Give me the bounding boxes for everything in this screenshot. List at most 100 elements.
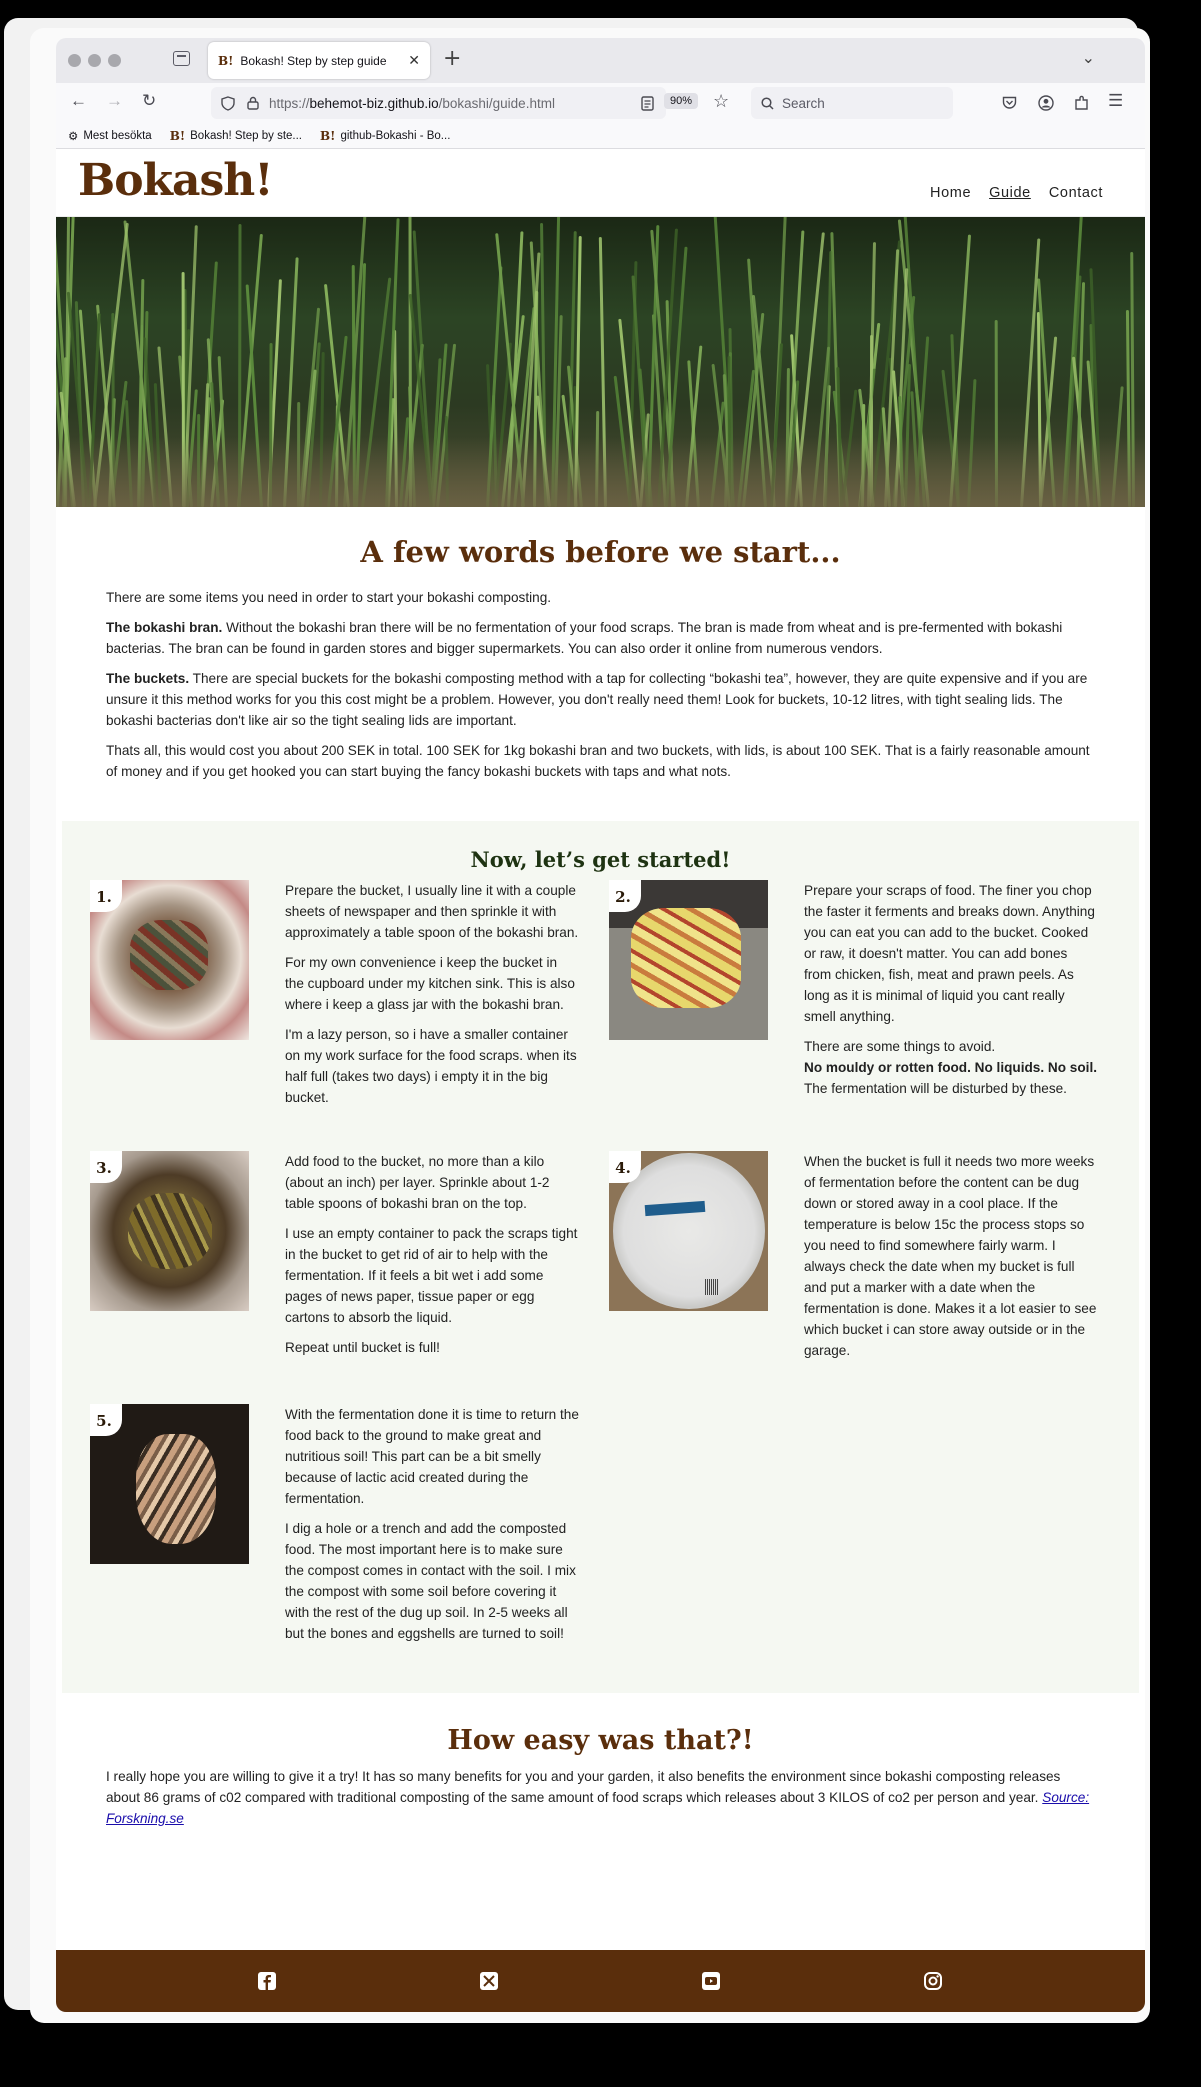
- steps-title: Now, let’s get started!: [470, 847, 731, 872]
- buckets-paragraph: The buckets. There are special buckets f…: [106, 668, 1095, 731]
- step-5-photo: 5.: [90, 1404, 249, 1564]
- bookmark-label: Bokash! Step by ste...: [190, 129, 303, 142]
- cost-paragraph: Thats all, this would cost you about 200…: [106, 743, 1090, 779]
- url-bar[interactable]: https://behemot-biz.github.io/bokashi/gu…: [211, 87, 666, 119]
- steps-section: Now, let’s get started! 1. Prepare the b…: [62, 821, 1139, 1693]
- step-3-photo: 3.: [90, 1151, 249, 1311]
- step-2-photo: 2.: [609, 880, 768, 1040]
- bookmark-item[interactable]: B! github-Bokashi - Bo...: [320, 129, 450, 143]
- bran-label: The bokashi bran.: [106, 620, 223, 635]
- step-number: 2.: [609, 880, 641, 912]
- instagram-icon[interactable]: [923, 1971, 943, 1991]
- step-3: 3. Add food to the bucket, no more than …: [90, 1151, 609, 1370]
- step-4-p1: When the bucket is full it needs two mor…: [804, 1154, 1097, 1358]
- intro-lead: There are some items you need in order t…: [106, 590, 552, 605]
- step-2-p1: Prepare your scraps of food. The finer y…: [804, 883, 1095, 1024]
- step-number: 3.: [90, 1151, 122, 1183]
- step-5-text: With the fermentation done it is time to…: [249, 1404, 579, 1653]
- step-5: 5. With the fermentation done it is time…: [90, 1404, 609, 1653]
- outro-text: I really hope you are willing to give it…: [106, 1769, 1061, 1805]
- search-input[interactable]: Search: [751, 87, 953, 119]
- url-host: behemot-biz.github.io: [309, 95, 439, 111]
- step-2: 2. Prepare your scraps of food. The fine…: [609, 880, 1128, 1117]
- pocket-icon[interactable]: [1002, 96, 1017, 110]
- browser-window: B! Bokash! Step by step guide ✕ + ⌄ ← → …: [56, 38, 1145, 2012]
- step-3-p3: Repeat until bucket is full!: [285, 1340, 440, 1355]
- step-number: 1.: [90, 880, 122, 912]
- step-1-p3: I'm a lazy person, so i have a smaller c…: [285, 1027, 577, 1105]
- step-1: 1. Prepare the bucket, I usually line it…: [90, 880, 609, 1117]
- step-2-text: Prepare your scraps of food. The finer y…: [768, 880, 1098, 1117]
- bran-text: Without the bokashi bran there will be n…: [106, 620, 1063, 656]
- minimize-window-button[interactable]: [88, 54, 101, 67]
- step-3-text: Add food to the bucket, no more than a k…: [249, 1151, 579, 1370]
- extensions-icon[interactable]: [1074, 95, 1089, 111]
- url-scheme: https://: [269, 95, 310, 111]
- outro-section: How easy was that?! I really hope you ar…: [56, 1693, 1145, 1874]
- tab-title: Bokash! Step by step guide: [240, 53, 387, 68]
- nav-link-home[interactable]: Home: [930, 185, 971, 201]
- step-4-photo: 4.: [609, 1151, 768, 1311]
- favicon-icon: B!: [169, 128, 186, 143]
- buckets-text: There are special buckets for the bokash…: [106, 671, 1088, 728]
- outro-title: How easy was that?!: [447, 1725, 754, 1756]
- step-4-text: When the bucket is full it needs two mor…: [768, 1151, 1098, 1370]
- bookmark-star-icon[interactable]: ☆: [713, 91, 729, 112]
- reader-view-icon[interactable]: [641, 95, 654, 111]
- tab-bar: B! Bokash! Step by step guide ✕ + ⌄: [56, 38, 1145, 83]
- facebook-icon[interactable]: [257, 1971, 277, 1991]
- maximize-window-button[interactable]: [108, 54, 121, 67]
- favicon-icon: B!: [218, 53, 234, 68]
- step-2-avoid: No mouldy or rotten food. No liquids. No…: [804, 1060, 1098, 1075]
- step-1-p2: For my own convenience i keep the bucket…: [285, 955, 575, 1012]
- hero-garden-image: [56, 217, 1145, 507]
- x-twitter-icon[interactable]: [479, 1971, 499, 1991]
- lock-icon[interactable]: [247, 96, 259, 110]
- back-arrow-icon[interactable]: ←: [70, 91, 87, 111]
- close-window-button[interactable]: [68, 54, 81, 67]
- step-5-p2: I dig a hole or a trench and add the com…: [285, 1521, 576, 1641]
- step-1-p1: Prepare the bucket, I usually line it wi…: [285, 883, 579, 940]
- url-path: /bokashi/guide.html: [438, 95, 555, 111]
- close-tab-icon[interactable]: ✕: [408, 52, 420, 69]
- buckets-label: The buckets.: [106, 671, 190, 686]
- hamburger-menu-icon[interactable]: ☰: [1108, 91, 1123, 111]
- favicon-icon: B!: [320, 128, 336, 143]
- intro-section: A few words before we start... There are…: [56, 507, 1145, 821]
- reload-icon[interactable]: ↻: [142, 91, 156, 111]
- site-header: Bokash! Home Guide Contact: [56, 149, 1145, 217]
- nav-link-contact[interactable]: Contact: [1049, 185, 1103, 201]
- bookmark-item[interactable]: B! Bokash! Step by ste...: [170, 129, 302, 143]
- tab-overview-icon[interactable]: [173, 51, 190, 66]
- intro-title: A few words before we start...: [360, 535, 841, 569]
- bookmark-item[interactable]: ⚙ Mest besökta: [68, 129, 152, 143]
- soil-strip: [56, 437, 1145, 507]
- nav-link-guide[interactable]: Guide: [989, 185, 1031, 201]
- account-icon[interactable]: [1038, 95, 1054, 111]
- bookmark-label: github-Bokashi - Bo...: [340, 129, 451, 142]
- step-1-text: Prepare the bucket, I usually line it wi…: [249, 880, 579, 1117]
- bookmarks-toolbar: ⚙ Mest besökta B! Bokash! Step by ste... B…: [56, 123, 1145, 149]
- forward-arrow-icon[interactable]: →: [106, 91, 123, 111]
- youtube-icon[interactable]: [701, 1971, 721, 1991]
- step-number: 5.: [90, 1404, 122, 1436]
- browser-tab[interactable]: B! Bokash! Step by step guide ✕: [208, 42, 430, 79]
- chevron-down-icon[interactable]: ⌄: [1082, 48, 1095, 67]
- navigation-toolbar: ← → ↻ https://behemot-biz.github.io/boka…: [56, 83, 1145, 123]
- search-icon: [761, 96, 774, 110]
- zoom-level[interactable]: 90%: [664, 93, 699, 109]
- step-3-p2: I use an empty container to pack the scr…: [285, 1226, 578, 1325]
- bookmark-label: Mest besökta: [83, 129, 152, 142]
- window-controls: [68, 54, 121, 67]
- search-placeholder: Search: [782, 95, 825, 111]
- outro-paragraph: I really hope you are willing to give it…: [106, 1766, 1095, 1829]
- step-5-p1: With the fermentation done it is time to…: [285, 1407, 579, 1506]
- new-tab-button[interactable]: +: [443, 46, 461, 71]
- step-3-p1: Add food to the bucket, no more than a k…: [285, 1154, 550, 1211]
- gear-icon: ⚙: [68, 130, 79, 143]
- shield-icon[interactable]: [221, 95, 235, 111]
- step-4: 4. When the bucket is full it needs two …: [609, 1151, 1128, 1370]
- site-logo[interactable]: Bokash!: [78, 155, 274, 206]
- step-2-p2c: The fermentation will be disturbed by th…: [804, 1081, 1067, 1096]
- bran-paragraph: The bokashi bran. Without the bokashi br…: [106, 617, 1095, 659]
